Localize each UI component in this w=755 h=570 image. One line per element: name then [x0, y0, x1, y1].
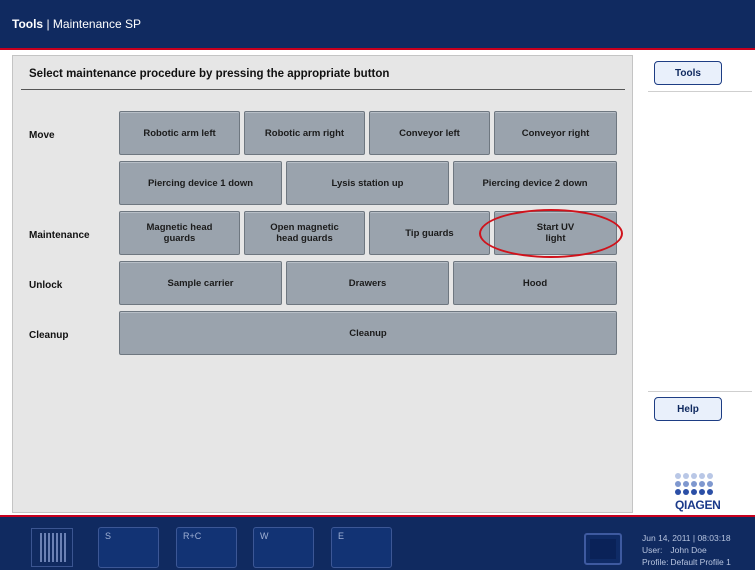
logo-dot — [683, 489, 689, 495]
conveyor-left-button[interactable]: Conveyor left — [369, 111, 490, 155]
logo-dot — [675, 481, 681, 487]
status-info: Jun 14, 2011 | 08:03:18 User: John Doe P… — [642, 532, 731, 568]
magnetic-head-guards-label: Magnetic head guards — [146, 222, 213, 244]
user-label: User: — [642, 545, 663, 555]
drawers-button[interactable]: Drawers — [286, 261, 449, 305]
divider — [21, 89, 625, 90]
hood-button[interactable]: Hood — [453, 261, 617, 305]
slot-e[interactable]: E — [331, 527, 392, 568]
title-divider — [0, 48, 755, 50]
slot-s[interactable]: S — [98, 527, 159, 568]
rack-bar — [64, 533, 66, 562]
row-label-cleanup: Cleanup — [29, 330, 69, 341]
row-label-unlock: Unlock — [29, 280, 63, 291]
user-name: John Doe — [670, 545, 707, 555]
help-button[interactable]: Help — [654, 397, 722, 421]
screen-icon[interactable] — [584, 533, 622, 565]
rack-bar — [60, 533, 62, 562]
logo-dot — [699, 481, 705, 487]
logo-text: QIAGEN — [675, 498, 721, 512]
qiagen-logo: QIAGEN — [675, 473, 721, 512]
logo-dot — [683, 481, 689, 487]
slot-w-label: W — [260, 531, 269, 541]
piercing-device-1-down-button[interactable]: Piercing device 1 down — [119, 161, 282, 205]
slot-rc[interactable]: R+C — [176, 527, 237, 568]
rack-bar — [56, 533, 58, 562]
logo-dot — [699, 489, 705, 495]
rack-bar — [52, 533, 54, 562]
robotic-arm-right-button[interactable]: Robotic arm right — [244, 111, 365, 155]
logo-dot — [691, 473, 697, 479]
tools-button[interactable]: Tools — [654, 61, 722, 85]
rack-bar — [48, 533, 50, 562]
logo-dots — [675, 473, 719, 497]
tip-guards-button[interactable]: Tip guards — [369, 211, 490, 255]
open-magnetic-head-guards-button[interactable]: Open magnetic head guards — [244, 211, 365, 255]
rack-bar — [44, 533, 46, 562]
instruction-text: Select maintenance procedure by pressing… — [29, 68, 390, 80]
logo-dot — [691, 489, 697, 495]
logo-dot — [707, 489, 713, 495]
slot-s-label: S — [105, 531, 112, 541]
datetime: Jun 14, 2011 | 08:03:18 — [642, 533, 731, 543]
slot-e-label: E — [338, 531, 345, 541]
logo-dot — [707, 473, 713, 479]
sidebar-divider-bottom — [648, 391, 752, 392]
logo-dot — [707, 481, 713, 487]
logo-dot — [675, 473, 681, 479]
sidebar: Tools Help QIAGEN — [640, 55, 755, 513]
profile-label: Profile: — [642, 557, 669, 567]
cleanup-button[interactable]: Cleanup — [119, 311, 617, 355]
robotic-arm-left-button[interactable]: Robotic arm left — [119, 111, 240, 155]
lysis-station-up-button[interactable]: Lysis station up — [286, 161, 449, 205]
highlight-circle — [479, 209, 623, 258]
open-magnetic-head-guards-label: Open magnetic head guards — [270, 222, 339, 244]
window-title: Tools | Maintenance SP — [12, 17, 141, 31]
title-bar: Tools | Maintenance SP — [0, 0, 755, 48]
piercing-device-2-down-button[interactable]: Piercing device 2 down — [453, 161, 617, 205]
rack-bar — [40, 533, 42, 562]
rack-grid-icon[interactable] — [31, 528, 73, 567]
logo-dot — [683, 473, 689, 479]
row-label-maintenance: Maintenance — [29, 230, 90, 241]
slot-rc-label: R+C — [183, 531, 202, 541]
magnetic-head-guards-button[interactable]: Magnetic head guards — [119, 211, 240, 255]
status-bar: S R+C W E Jun 14, 2011 | 08:03:18 User: … — [0, 517, 755, 570]
row-label-move: Move — [29, 130, 55, 141]
logo-dot — [675, 489, 681, 495]
conveyor-right-button[interactable]: Conveyor right — [494, 111, 617, 155]
main-panel: Select maintenance procedure by pressing… — [12, 55, 633, 513]
logo-dot — [691, 481, 697, 487]
sidebar-divider-top — [648, 91, 752, 92]
logo-dot — [699, 473, 705, 479]
profile-name: Default Profile 1 — [670, 557, 731, 567]
sample-carrier-button[interactable]: Sample carrier — [119, 261, 282, 305]
slot-w[interactable]: W — [253, 527, 314, 568]
